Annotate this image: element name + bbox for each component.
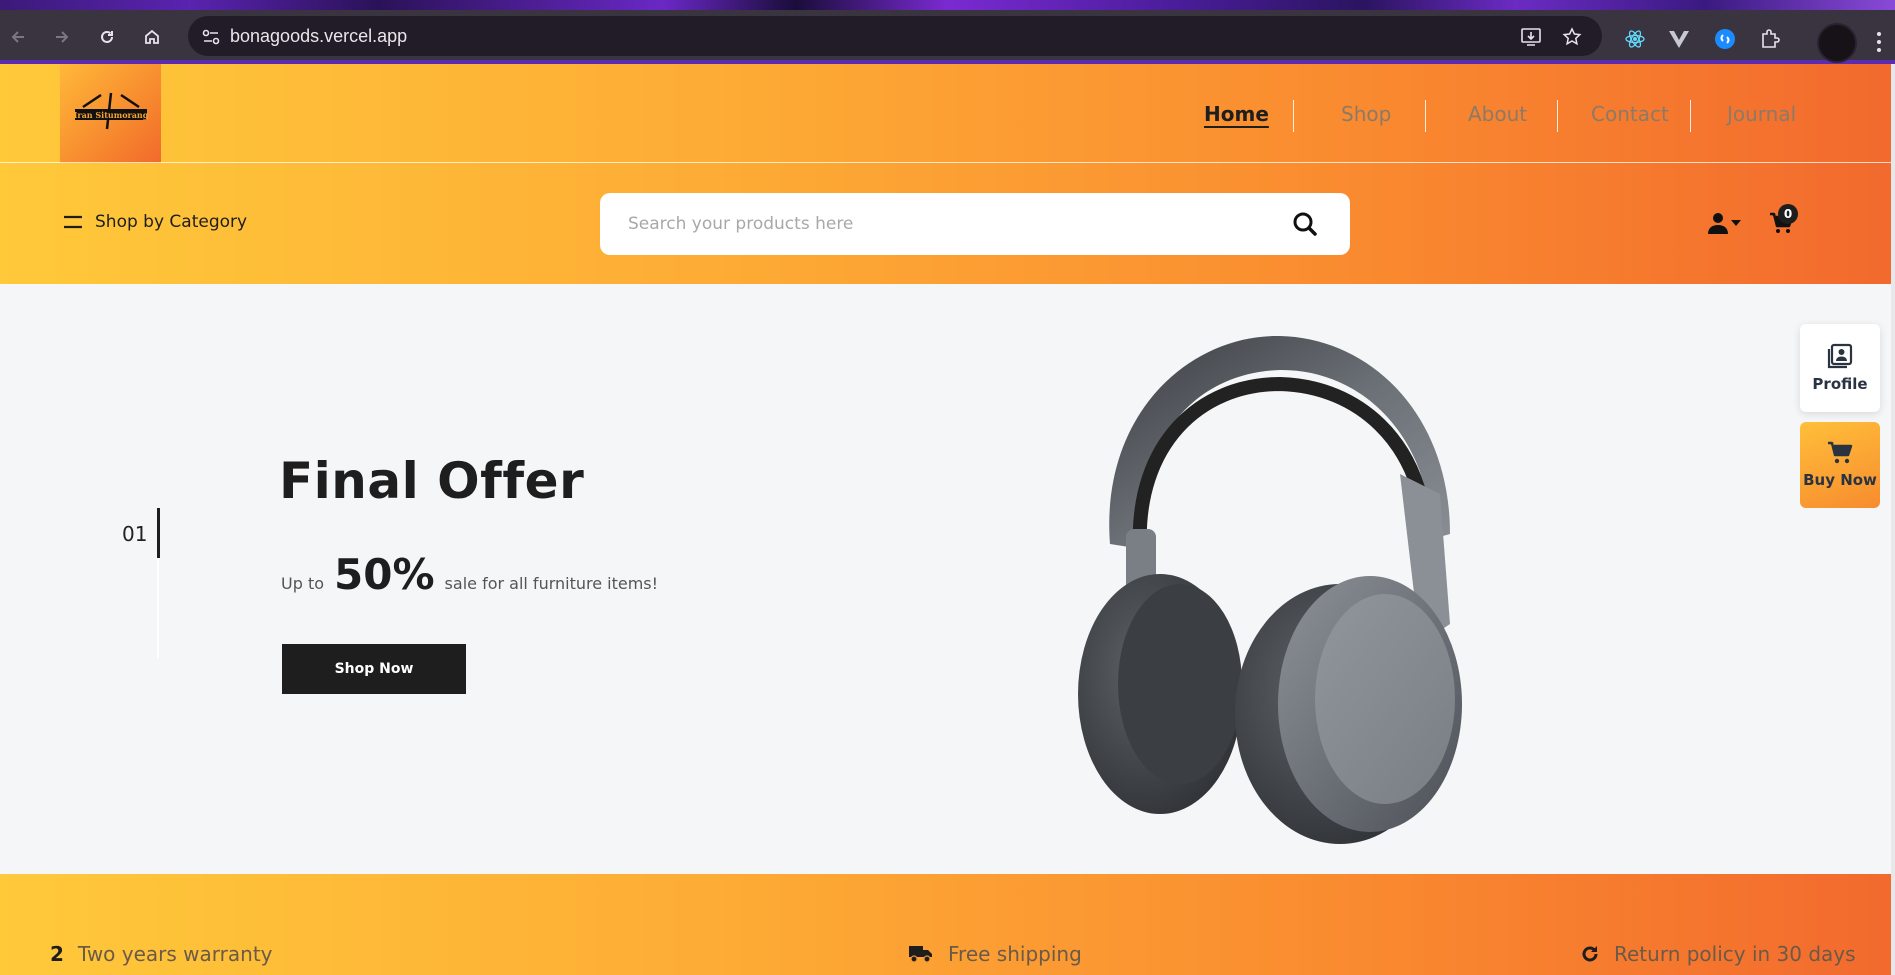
feature-warranty: 2 Two years warranty — [50, 942, 273, 966]
search-bar — [600, 193, 1350, 255]
shipping-label: Free shipping — [948, 942, 1082, 966]
search-input[interactable] — [628, 193, 1268, 255]
slide-indicator-active[interactable] — [157, 508, 160, 558]
page: Iran Situmorang Home Shop About Contact … — [0, 64, 1891, 975]
caret-down-icon — [1731, 220, 1741, 226]
address-bar[interactable]: bonagoods.vercel.app — [188, 16, 1602, 56]
nav-divider — [1425, 100, 1426, 132]
menu-lines-icon — [64, 215, 82, 229]
slide-number: 01 — [122, 522, 148, 546]
browser-toolbar: bonagoods.vercel.app — [0, 10, 1895, 64]
hero-discount: 50% — [334, 550, 435, 599]
react-devtools-icon[interactable] — [1622, 26, 1648, 52]
url-text[interactable]: bonagoods.vercel.app — [230, 26, 407, 47]
nav-contact[interactable]: Contact — [1591, 102, 1669, 126]
nav-divider — [1557, 100, 1558, 132]
profile-avatar[interactable] — [1817, 23, 1857, 63]
back-icon[interactable] — [4, 23, 32, 51]
nav-journal[interactable]: Journal — [1727, 102, 1796, 126]
page-scrollbar[interactable] — [1891, 64, 1895, 975]
logo-mark: Iran Situmorang — [73, 92, 148, 129]
warranty-number: 2 — [50, 942, 64, 966]
profile-float-button[interactable]: Profile — [1800, 324, 1880, 412]
install-app-icon[interactable] — [1520, 26, 1542, 48]
nav-divider — [1690, 100, 1691, 132]
feature-returns: Return policy in 30 days — [1580, 942, 1856, 966]
cart-icon — [1828, 441, 1853, 464]
nav-divider — [1293, 100, 1294, 132]
shazam-icon[interactable] — [1712, 26, 1738, 52]
returns-label: Return policy in 30 days — [1614, 942, 1856, 966]
svg-text:Iran Situmorang: Iran Situmorang — [73, 110, 148, 120]
user-icon — [1708, 213, 1728, 234]
cart-count-badge: 0 — [1778, 204, 1798, 224]
hero-subtitle: Up to 50% sale for all furniture items! — [281, 550, 658, 599]
hero-title: Final Offer — [279, 452, 585, 510]
forward-icon[interactable] — [48, 23, 76, 51]
hero-sub-prefix: Up to — [281, 574, 325, 593]
site-header: Iran Situmorang Home Shop About Contact … — [0, 64, 1891, 284]
shop-now-button[interactable]: Shop Now — [282, 644, 466, 694]
nav-shop[interactable]: Shop — [1341, 102, 1391, 126]
home-icon[interactable] — [138, 23, 166, 51]
profile-card-icon — [1827, 343, 1853, 369]
feature-shipping: Free shipping — [908, 942, 1082, 966]
header-divider — [0, 162, 1891, 163]
refresh-icon — [1582, 946, 1598, 962]
nav-home[interactable]: Home — [1204, 102, 1269, 126]
warranty-label: Two years warranty — [77, 942, 273, 966]
features-strip: 2 Two years warranty Free shipping Retur… — [0, 874, 1891, 975]
buy-now-float-button[interactable]: Buy Now — [1800, 422, 1880, 508]
extensions-icon[interactable] — [1757, 26, 1783, 52]
slide-indicator-track[interactable] — [157, 558, 159, 658]
vue-devtools-icon[interactable] — [1666, 26, 1692, 52]
browser-tab-strip — [0, 0, 1895, 10]
shop-by-category-button[interactable]: Shop by Category — [63, 212, 247, 232]
truck-icon — [909, 946, 932, 963]
headphones-image — [1078, 335, 1462, 844]
search-icon[interactable] — [1290, 209, 1320, 239]
category-label: Shop by Category — [95, 212, 248, 232]
hero-sub-suffix: sale for all furniture items! — [444, 574, 659, 593]
site-info-icon[interactable] — [200, 26, 222, 48]
buy-now-label: Buy Now — [1803, 471, 1877, 489]
reload-icon[interactable] — [93, 23, 121, 51]
menu-icon[interactable] — [1876, 30, 1886, 58]
user-menu-button[interactable] — [1708, 212, 1742, 234]
profile-label: Profile — [1812, 375, 1868, 393]
logo[interactable]: Iran Situmorang — [60, 64, 161, 163]
bookmark-star-icon[interactable] — [1561, 26, 1583, 48]
nav-about[interactable]: About — [1468, 102, 1527, 126]
